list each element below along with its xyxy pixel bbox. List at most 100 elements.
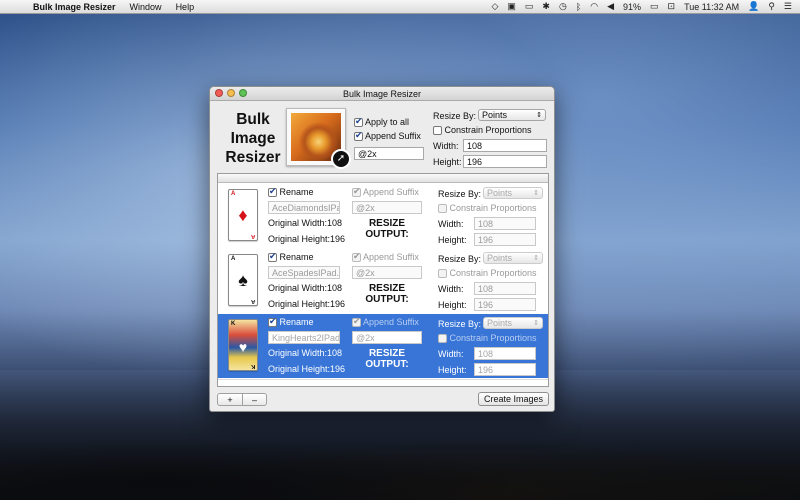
suffix-input[interactable]: @2x bbox=[352, 331, 422, 344]
share-icon[interactable]: ➚ bbox=[331, 149, 351, 169]
width-input[interactable]: 108 bbox=[463, 139, 547, 152]
apply-to-all-label: Apply to all bbox=[365, 117, 410, 127]
append-suffix-checkbox[interactable]: Append Suffix bbox=[352, 186, 419, 198]
constrain-check-icon[interactable] bbox=[433, 126, 442, 136]
suffix-input[interactable]: @2x bbox=[352, 201, 422, 214]
width-input[interactable]: 108 bbox=[474, 347, 536, 360]
height-input[interactable]: 196 bbox=[474, 233, 536, 246]
append-suffix-checkbox[interactable]: Append Suffix bbox=[354, 130, 421, 142]
height-input[interactable]: 196 bbox=[474, 298, 536, 311]
remove-image-button[interactable]: – bbox=[242, 394, 266, 405]
zoom-window-icon[interactable] bbox=[239, 89, 247, 97]
append-suffix-checkbox[interactable]: Append Suffix bbox=[352, 316, 419, 328]
rename-check-icon[interactable] bbox=[268, 186, 277, 198]
title-bar[interactable]: Bulk Image Resizer bbox=[210, 87, 554, 101]
selected-image-preview[interactable]: ➚ bbox=[286, 108, 351, 169]
original-width: Original Width:108 bbox=[268, 348, 343, 358]
apply-to-all-checkbox[interactable]: Apply to all bbox=[354, 116, 410, 128]
constrain-label: Constrain Proportions bbox=[449, 268, 537, 278]
append-suffix-label: Append Suffix bbox=[363, 187, 419, 197]
user-icon[interactable]: 👤 bbox=[748, 1, 759, 12]
resize-by-select[interactable]: Points ⇕ bbox=[483, 252, 543, 264]
resize-by-select[interactable]: Points ⇕ bbox=[483, 317, 543, 329]
width-input[interactable]: 108 bbox=[474, 282, 536, 295]
battery-icon[interactable]: ▭ bbox=[650, 1, 659, 12]
create-images-button[interactable]: Create Images bbox=[477, 392, 549, 406]
append-suffix-check-icon[interactable] bbox=[352, 251, 361, 263]
add-image-button[interactable]: + bbox=[218, 394, 242, 405]
card-thumbnail: K ♥ K bbox=[228, 319, 258, 371]
global-suffix-input[interactable]: @2x bbox=[354, 147, 424, 160]
box-icon[interactable]: ▣ bbox=[507, 1, 516, 12]
append-suffix-checkbox[interactable]: Append Suffix bbox=[352, 251, 419, 263]
resize-output-line-1: RESIZE bbox=[368, 348, 406, 359]
constrain-check-icon[interactable] bbox=[438, 334, 447, 344]
volume-icon[interactable]: ◀ bbox=[607, 1, 614, 12]
filename-input[interactable]: AceDiamondsIPad bbox=[268, 201, 340, 214]
constrain-proportions-checkbox[interactable]: Constrain Proportions bbox=[438, 333, 537, 344]
rename-check-icon[interactable] bbox=[268, 251, 277, 263]
menu-help[interactable]: Help bbox=[169, 2, 202, 12]
menu-app-name[interactable]: Bulk Image Resizer bbox=[26, 2, 123, 12]
image-row-partial[interactable] bbox=[218, 379, 548, 386]
rename-checkbox[interactable]: Rename bbox=[268, 316, 314, 328]
filename-input[interactable]: AceSpadesIPad.p bbox=[268, 266, 340, 279]
menu-window[interactable]: Window bbox=[123, 2, 169, 12]
append-suffix-label: Append Suffix bbox=[363, 252, 419, 262]
bluetooth-menu-icon[interactable]: ᛒ bbox=[576, 2, 581, 12]
app-window: Bulk Image Resizer Bulk Image Resizer ➚ … bbox=[209, 86, 555, 412]
flag-icon[interactable]: ⊡ bbox=[668, 1, 676, 12]
width-input[interactable]: 108 bbox=[474, 217, 536, 230]
resize-by-select[interactable]: Points ⇕ bbox=[478, 109, 546, 121]
airplay-icon[interactable]: ▭ bbox=[525, 1, 534, 12]
wifi-icon[interactable]: ◠ bbox=[590, 1, 598, 12]
resize-output-line-1: RESIZE bbox=[368, 283, 406, 294]
select-arrows-icon: ⇕ bbox=[533, 255, 539, 262]
rename-checkbox[interactable]: Rename bbox=[268, 251, 314, 263]
spotlight-search-icon[interactable]: ⚲ bbox=[768, 1, 775, 12]
height-input[interactable]: 196 bbox=[463, 155, 547, 168]
apply-to-all-check-icon[interactable] bbox=[354, 116, 363, 128]
rename-checkbox[interactable]: Rename bbox=[268, 186, 314, 198]
constrain-check-icon[interactable] bbox=[438, 269, 447, 279]
constrain-check-icon[interactable] bbox=[438, 204, 447, 214]
minimize-window-icon[interactable] bbox=[227, 89, 235, 97]
image-row-3[interactable]: K ♥ K Rename KingHearts2IPad. Original W… bbox=[218, 314, 548, 378]
constrain-proportions-checkbox[interactable]: Constrain Proportions bbox=[438, 203, 537, 214]
resize-by-select[interactable]: Points ⇕ bbox=[483, 187, 543, 199]
rename-check-icon[interactable] bbox=[268, 316, 277, 328]
constrain-proportions-checkbox[interactable]: Constrain Proportions bbox=[433, 125, 532, 136]
width-label: Width: bbox=[438, 219, 464, 229]
battery-percent[interactable]: 91% bbox=[623, 2, 641, 12]
card-rank-bottom: K bbox=[250, 363, 255, 369]
width-label: Width: bbox=[438, 284, 464, 294]
notification-center-icon[interactable]: ☰ bbox=[784, 1, 792, 12]
global-settings-panel: Bulk Image Resizer ➚ Apply to all Append… bbox=[210, 102, 554, 172]
rename-label: Rename bbox=[279, 317, 314, 327]
window-title: Bulk Image Resizer bbox=[342, 89, 422, 99]
height-label: Height: bbox=[438, 365, 467, 375]
menu-bar: Bulk Image Resizer Window Help ◇ ▣ ▭ ✱ ◷… bbox=[0, 0, 800, 14]
time-machine-icon[interactable]: ◷ bbox=[559, 1, 567, 12]
resize-output-line-1: RESIZE bbox=[368, 218, 406, 229]
window-controls bbox=[215, 89, 247, 97]
list-header bbox=[218, 174, 548, 183]
image-list[interactable]: A ♦ A Rename AceDiamondsIPad Original Wi… bbox=[217, 173, 549, 387]
card-rank: A bbox=[231, 191, 236, 197]
height-input[interactable]: 196 bbox=[474, 363, 536, 376]
close-window-icon[interactable] bbox=[215, 89, 223, 97]
clock[interactable]: Tue 11:32 AM bbox=[684, 2, 739, 12]
filename-input[interactable]: KingHearts2IPad. bbox=[268, 331, 340, 344]
dropbox-icon[interactable]: ◇ bbox=[491, 1, 498, 12]
append-suffix-check-icon[interactable] bbox=[352, 316, 361, 328]
append-suffix-check-icon[interactable] bbox=[352, 186, 361, 198]
constrain-proportions-checkbox[interactable]: Constrain Proportions bbox=[438, 268, 537, 279]
suffix-input[interactable]: @2x bbox=[352, 266, 422, 279]
height-label: Height: bbox=[438, 235, 467, 245]
image-row-2[interactable]: A ♠ A Rename AceSpadesIPad.p Original Wi… bbox=[218, 249, 548, 313]
bluetooth-icon[interactable]: ✱ bbox=[542, 1, 550, 12]
card-rank: K bbox=[231, 321, 236, 327]
constrain-label: Constrain Proportions bbox=[449, 333, 537, 343]
append-suffix-check-icon[interactable] bbox=[354, 130, 363, 142]
image-row-1[interactable]: A ♦ A Rename AceDiamondsIPad Original Wi… bbox=[218, 184, 548, 248]
